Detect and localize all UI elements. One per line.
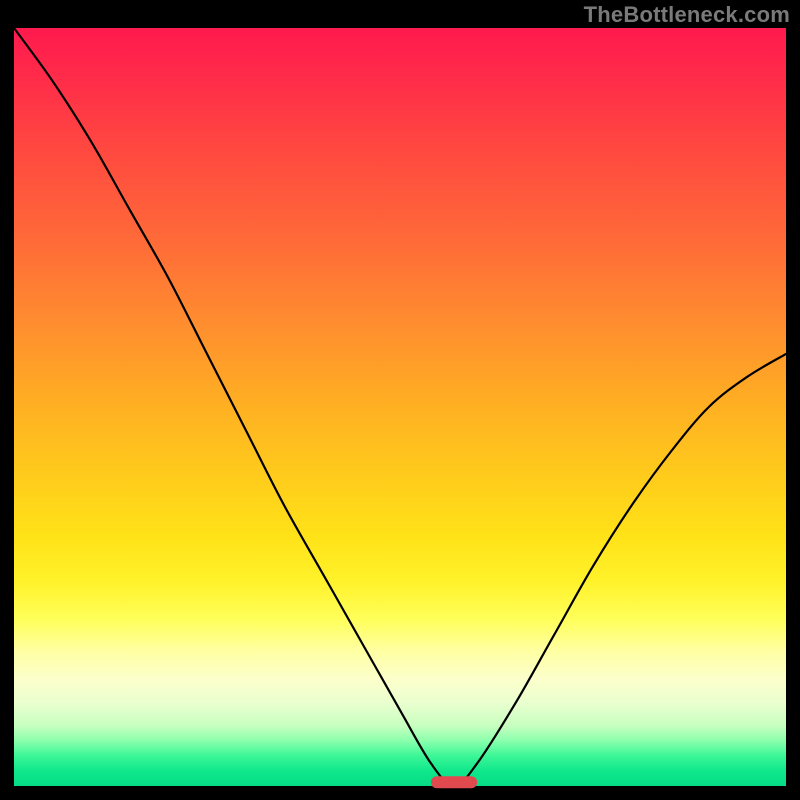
curve-layer <box>14 28 786 786</box>
watermark-text: TheBottleneck.com <box>584 2 790 28</box>
bottleneck-curve <box>14 28 786 786</box>
chart-root: TheBottleneck.com <box>0 0 800 800</box>
minimum-marker <box>431 776 477 788</box>
plot-area <box>14 28 786 786</box>
